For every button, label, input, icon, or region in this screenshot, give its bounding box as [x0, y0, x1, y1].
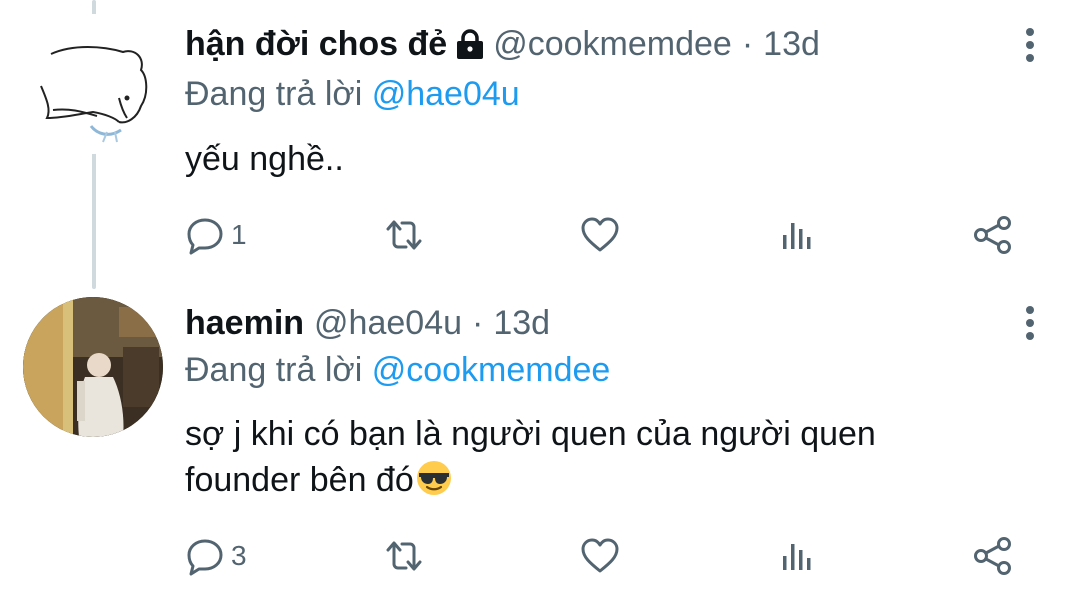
tweet-header: haemin @hae04u · 13d — [185, 303, 1000, 343]
retweet-icon — [382, 215, 426, 255]
sunglasses-emoji — [416, 460, 452, 496]
timestamp[interactable]: 13d — [763, 24, 820, 64]
tweet-thread: hận đời chos đẻ @cookmemdee · 13d Đang t… — [0, 0, 1080, 599]
tweet-actions: 3 — [185, 534, 1035, 578]
reply-button[interactable]: 1 — [185, 213, 247, 257]
analytics-button[interactable] — [778, 534, 814, 578]
reply-count: 1 — [231, 219, 247, 250]
tweet-text: sợ j khi có bạn là người quen của người … — [185, 411, 1020, 503]
analytics-icon — [778, 215, 814, 255]
display-name[interactable]: hận đời chos đẻ — [185, 24, 447, 64]
retweet-button[interactable] — [382, 534, 426, 578]
replying-to-line: Đang trả lời @cookmemdee — [185, 350, 610, 390]
timestamp[interactable]: 13d — [493, 303, 550, 343]
replying-to-line: Đang trả lời @hae04u — [185, 74, 520, 114]
reply-icon — [185, 536, 225, 576]
reply-icon — [185, 215, 225, 255]
heart-icon — [580, 536, 620, 576]
more-icon[interactable] — [1024, 305, 1036, 341]
lock-icon — [455, 28, 485, 60]
share-icon — [972, 536, 1016, 576]
heart-icon — [580, 215, 620, 255]
tweet-text-line-with-emoji: founder bên đó — [185, 457, 1020, 503]
handle[interactable]: @cookmemdee — [493, 24, 732, 64]
separator-dot: · — [741, 25, 754, 63]
tweet-text-fragment: founder bên đó — [185, 461, 414, 499]
retweet-icon — [382, 536, 426, 576]
like-button[interactable] — [580, 534, 620, 578]
reply-button[interactable]: 3 — [185, 534, 247, 578]
more-icon[interactable] — [1024, 27, 1036, 63]
analytics-icon — [778, 536, 814, 576]
avatar[interactable] — [23, 297, 163, 437]
share-icon — [972, 215, 1016, 255]
analytics-button[interactable] — [778, 213, 814, 257]
tweet-actions: 1 — [185, 213, 1035, 257]
tweet-text-line: yếu nghề.. — [185, 140, 344, 178]
separator-dot: · — [472, 304, 484, 342]
avatar[interactable] — [23, 14, 163, 154]
share-button[interactable] — [972, 534, 1016, 578]
handle[interactable]: @hae04u — [314, 303, 462, 343]
tweet-text-line: sợ j khi có bạn là người quen của người … — [185, 415, 876, 453]
tweet[interactable]: haemin @hae04u · 13d Đang trả lời @cookm… — [0, 289, 1080, 599]
mention-link[interactable]: @hae04u — [372, 75, 520, 113]
share-button[interactable] — [972, 213, 1016, 257]
like-button[interactable] — [580, 213, 620, 257]
tweet-text: yếu nghề.. — [185, 136, 1020, 182]
replying-to-label: Đang trả lời — [185, 75, 372, 113]
mention-link[interactable]: @cookmemdee — [372, 351, 611, 389]
tweet-header: hận đời chos đẻ @cookmemdee · 13d — [185, 24, 1000, 64]
replying-to-label: Đang trả lời — [185, 351, 372, 389]
tweet[interactable]: hận đời chos đẻ @cookmemdee · 13d Đang t… — [0, 0, 1080, 289]
display-name[interactable]: haemin — [185, 303, 304, 343]
retweet-button[interactable] — [382, 213, 426, 257]
reply-count: 3 — [231, 540, 247, 571]
